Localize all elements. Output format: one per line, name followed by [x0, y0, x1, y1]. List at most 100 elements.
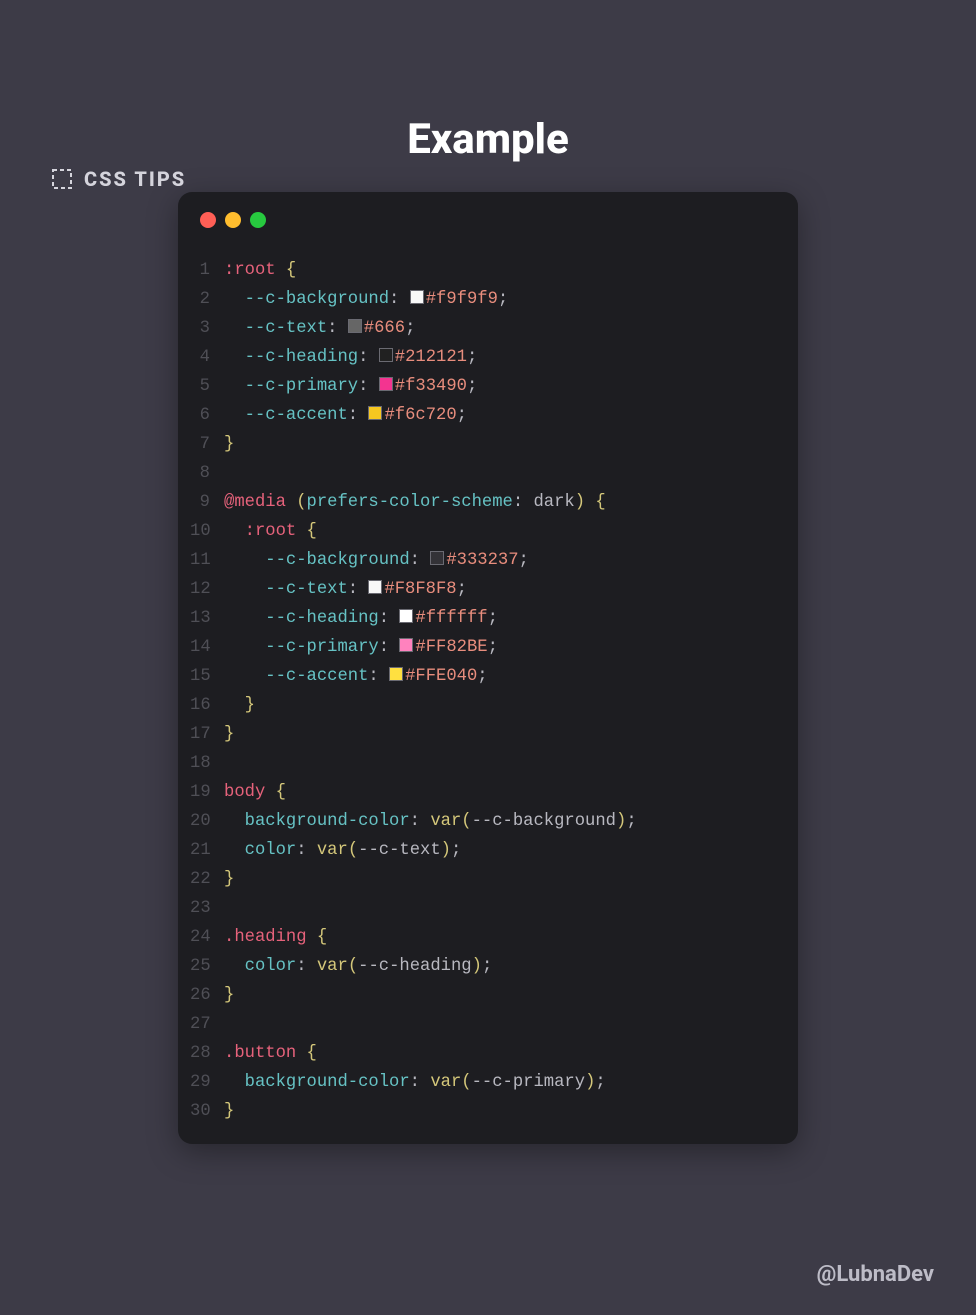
code-token: ;	[477, 667, 487, 686]
code-token: ;	[626, 812, 636, 831]
window-controls	[178, 192, 798, 238]
code-token: :	[379, 609, 400, 628]
code-token: #f33490	[395, 377, 467, 396]
minimize-icon[interactable]	[225, 212, 241, 228]
code-content: }	[224, 691, 776, 720]
code-content: .button {	[224, 1039, 776, 1068]
line-number: 14	[190, 633, 224, 662]
code-token: ;	[451, 841, 461, 860]
code-token	[585, 493, 595, 512]
maximize-icon[interactable]	[250, 212, 266, 228]
code-line: 17}	[190, 720, 776, 749]
code-token: --c-primary	[245, 377, 358, 396]
code-token: ;	[457, 406, 467, 425]
code-token: )	[575, 493, 585, 512]
code-token: --c-text	[245, 319, 328, 338]
code-line: 28.button {	[190, 1039, 776, 1068]
code-line: 9@media (prefers-color-scheme: dark) {	[190, 488, 776, 517]
code-token: var	[317, 957, 348, 976]
code-content: --c-accent: #f6c720;	[224, 401, 776, 430]
code-token: (	[296, 493, 306, 512]
code-token	[224, 667, 265, 686]
code-content: color: var(--c-text);	[224, 836, 776, 865]
code-token: )	[441, 841, 451, 860]
code-content: }	[224, 865, 776, 894]
line-number: 2	[190, 285, 224, 314]
code-token: ;	[595, 1073, 605, 1092]
code-token: --c-heading	[265, 609, 378, 628]
code-content	[224, 1010, 776, 1039]
code-line: 12 --c-text: #F8F8F8;	[190, 575, 776, 604]
code-token: ;	[457, 580, 467, 599]
line-number: 10	[190, 517, 224, 546]
code-token: :	[348, 580, 369, 599]
code-token: #333237	[446, 551, 518, 570]
code-token: background-color	[245, 812, 410, 831]
color-swatch	[389, 667, 403, 681]
code-token	[224, 580, 265, 599]
code-token: }	[224, 435, 234, 454]
line-number: 25	[190, 952, 224, 981]
code-token: }	[224, 1102, 234, 1121]
code-token: --c-text	[358, 841, 441, 860]
code-token: --c-background	[245, 290, 389, 309]
code-token	[224, 377, 245, 396]
code-token: --c-background	[472, 812, 616, 831]
code-token	[296, 522, 306, 541]
code-token: ;	[467, 348, 477, 367]
code-content: --c-heading: #ffffff;	[224, 604, 776, 633]
code-token: background-color	[245, 1073, 410, 1092]
color-swatch	[410, 290, 424, 304]
code-token: :	[358, 377, 379, 396]
code-content: --c-text: #666;	[224, 314, 776, 343]
code-token: {	[286, 261, 296, 280]
code-token	[224, 957, 245, 976]
code-line: 5 --c-primary: #f33490;	[190, 372, 776, 401]
code-token: :root	[224, 261, 276, 280]
code-token: {	[276, 783, 286, 802]
code-content: background-color: var(--c-primary);	[224, 1068, 776, 1097]
code-line: 8	[190, 459, 776, 488]
code-token: (	[461, 812, 471, 831]
code-token	[265, 783, 275, 802]
code-token: #ffffff	[415, 609, 487, 628]
line-number: 24	[190, 923, 224, 952]
close-icon[interactable]	[200, 212, 216, 228]
code-token: .button	[224, 1044, 296, 1063]
color-swatch	[368, 580, 382, 594]
line-number: 28	[190, 1039, 224, 1068]
code-content: --c-accent: #FFE040;	[224, 662, 776, 691]
code-token: #212121	[395, 348, 467, 367]
line-number: 30	[190, 1097, 224, 1126]
code-token	[286, 493, 296, 512]
code-content: .heading {	[224, 923, 776, 952]
code-token: {	[595, 493, 605, 512]
code-token: #FFE040	[405, 667, 477, 686]
code-token: :	[410, 812, 431, 831]
code-line: 15 --c-accent: #FFE040;	[190, 662, 776, 691]
code-token: )	[616, 812, 626, 831]
line-number: 9	[190, 488, 224, 517]
color-swatch	[399, 609, 413, 623]
line-number: 3	[190, 314, 224, 343]
code-token: var	[430, 1073, 461, 1092]
header: CSS TIPS	[50, 167, 186, 191]
line-number: 20	[190, 807, 224, 836]
code-line: 14 --c-primary: #FF82BE;	[190, 633, 776, 662]
code-content: --c-background: #333237;	[224, 546, 776, 575]
code-token	[307, 928, 317, 947]
code-token: --c-heading	[358, 957, 471, 976]
code-line: 18	[190, 749, 776, 778]
line-number: 15	[190, 662, 224, 691]
line-number: 4	[190, 343, 224, 372]
code-token	[224, 841, 245, 860]
line-number: 13	[190, 604, 224, 633]
code-token: --c-heading	[245, 348, 358, 367]
code-content: :root {	[224, 256, 776, 285]
code-token: {	[317, 928, 327, 947]
code-line: 22}	[190, 865, 776, 894]
code-editor-window: 1:root {2 --c-background: #f9f9f9;3 --c-…	[178, 192, 798, 1144]
line-number: 8	[190, 459, 224, 488]
code-content: background-color: var(--c-background);	[224, 807, 776, 836]
code-token: color	[245, 957, 297, 976]
